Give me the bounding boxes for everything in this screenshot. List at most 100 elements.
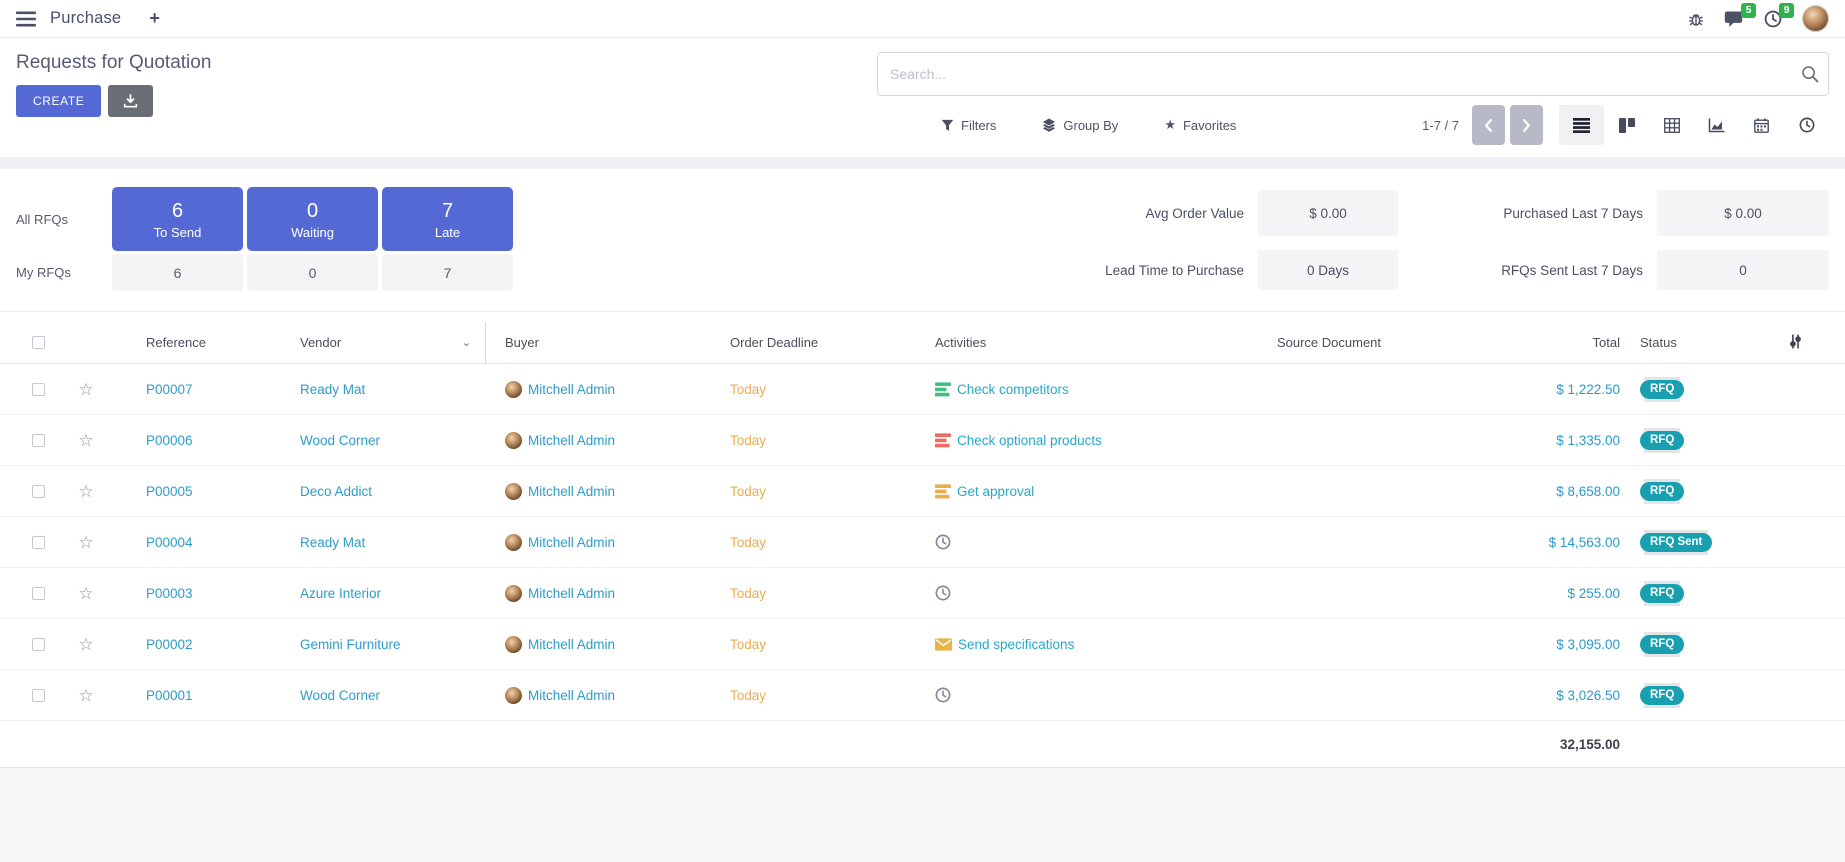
apps-menu-icon[interactable]: [16, 11, 36, 27]
buyer-link[interactable]: Mitchell Admin: [528, 433, 615, 448]
favorite-star-icon[interactable]: ☆: [78, 687, 93, 704]
search-icon[interactable]: [1801, 65, 1819, 88]
row-checkbox[interactable]: [32, 434, 45, 447]
kpi-card-to-send[interactable]: 6To Send: [112, 187, 243, 251]
stat-label: Avg Order Value: [1069, 206, 1244, 221]
reference-link[interactable]: P00007: [146, 382, 193, 397]
new-tab-button[interactable]: +: [149, 8, 160, 29]
view-activity-icon[interactable]: [1784, 105, 1829, 145]
table-row[interactable]: ☆ P00007 Ready Mat Mitchell Admin Today …: [0, 364, 1845, 415]
activity-icon[interactable]: [935, 433, 951, 448]
buyer-link[interactable]: Mitchell Admin: [528, 484, 615, 499]
header-source-document[interactable]: Source Document: [1164, 322, 1494, 363]
optional-columns-icon[interactable]: [1788, 334, 1803, 352]
table-row[interactable]: ☆ P00005 Deco Addict Mitchell Admin Toda…: [0, 466, 1845, 517]
search-input[interactable]: [877, 52, 1829, 96]
create-button[interactable]: CREATE: [16, 85, 101, 117]
activity-icon[interactable]: [935, 534, 951, 550]
pager-next-button[interactable]: [1510, 105, 1543, 145]
reference-link[interactable]: P00003: [146, 586, 193, 601]
header-status[interactable]: Status: [1626, 322, 1746, 363]
messages-icon[interactable]: 5: [1724, 10, 1744, 28]
header-total[interactable]: Total: [1494, 322, 1626, 363]
header-buyer[interactable]: Buyer: [486, 322, 710, 363]
activity-link[interactable]: Check competitors: [957, 382, 1069, 397]
buyer-avatar: [505, 534, 522, 551]
view-kanban-icon[interactable]: [1604, 105, 1649, 145]
header-vendor[interactable]: Vendor ⌄: [282, 322, 486, 363]
kpi-card-waiting[interactable]: 0Waiting: [247, 187, 378, 251]
header-reference[interactable]: Reference: [112, 322, 282, 363]
reference-link[interactable]: P00001: [146, 688, 193, 703]
reference-link[interactable]: P00005: [146, 484, 193, 499]
table-footer-row: 32,155.00: [0, 721, 1845, 767]
row-checkbox[interactable]: [32, 689, 45, 702]
export-button[interactable]: [108, 85, 153, 117]
activity-icon[interactable]: [935, 382, 951, 397]
table-row[interactable]: ☆ P00004 Ready Mat Mitchell Admin Today …: [0, 517, 1845, 568]
view-calendar-icon[interactable]: [1739, 105, 1784, 145]
favorite-star-icon[interactable]: ☆: [78, 381, 93, 398]
table-row[interactable]: ☆ P00001 Wood Corner Mitchell Admin Toda…: [0, 670, 1845, 721]
kpi-my-to-send[interactable]: 6: [112, 254, 243, 291]
vendor-link[interactable]: Ready Mat: [300, 382, 365, 397]
status-badge: RFQ: [1640, 635, 1684, 654]
view-graph-icon[interactable]: [1694, 105, 1739, 145]
debug-bug-icon[interactable]: [1688, 11, 1704, 27]
table-row[interactable]: ☆ P00002 Gemini Furniture Mitchell Admin…: [0, 619, 1845, 670]
table-row[interactable]: ☆ P00006 Wood Corner Mitchell Admin Toda…: [0, 415, 1845, 466]
activity-icon[interactable]: [935, 638, 952, 651]
activities-clock-icon[interactable]: 9: [1764, 10, 1782, 28]
vendor-link[interactable]: Deco Addict: [300, 484, 372, 499]
view-pivot-icon[interactable]: [1649, 105, 1694, 145]
kpi-card-label: Late: [435, 225, 460, 240]
pager-previous-button[interactable]: [1472, 105, 1505, 145]
row-checkbox[interactable]: [32, 485, 45, 498]
activity-link[interactable]: Send specifications: [958, 637, 1074, 652]
row-checkbox[interactable]: [32, 536, 45, 549]
favorite-star-icon[interactable]: ☆: [78, 585, 93, 602]
buyer-link[interactable]: Mitchell Admin: [528, 688, 615, 703]
row-total: $ 255.00: [1567, 586, 1620, 601]
buyer-link[interactable]: Mitchell Admin: [528, 586, 615, 601]
pager-range[interactable]: 1-7 / 7: [1422, 118, 1459, 133]
favorite-star-icon[interactable]: ☆: [78, 534, 93, 551]
header-order-deadline[interactable]: Order Deadline: [710, 322, 916, 363]
view-list-icon[interactable]: [1559, 105, 1604, 145]
favorite-star-icon[interactable]: ☆: [78, 483, 93, 500]
vendor-link[interactable]: Azure Interior: [300, 586, 381, 601]
vendor-link[interactable]: Ready Mat: [300, 535, 365, 550]
activity-icon[interactable]: [935, 687, 951, 703]
reference-link[interactable]: P00006: [146, 433, 193, 448]
vendor-link[interactable]: Gemini Furniture: [300, 637, 401, 652]
buyer-link[interactable]: Mitchell Admin: [528, 382, 615, 397]
row-checkbox[interactable]: [32, 638, 45, 651]
reference-link[interactable]: P00002: [146, 637, 193, 652]
stat-label: Purchased Last 7 Days: [1448, 206, 1643, 221]
activity-link[interactable]: Get approval: [957, 484, 1034, 499]
row-checkbox[interactable]: [32, 383, 45, 396]
user-avatar[interactable]: [1802, 5, 1829, 32]
kpi-my-late[interactable]: 7: [382, 254, 513, 291]
app-name[interactable]: Purchase: [50, 9, 121, 28]
filters-button[interactable]: Filters: [941, 118, 996, 133]
reference-link[interactable]: P00004: [146, 535, 193, 550]
favorite-star-icon[interactable]: ☆: [78, 432, 93, 449]
kpi-my-waiting[interactable]: 0: [247, 254, 378, 291]
kpi-card-late[interactable]: 7Late: [382, 187, 513, 251]
vendor-link[interactable]: Wood Corner: [300, 688, 380, 703]
favorite-star-icon[interactable]: ☆: [78, 636, 93, 653]
buyer-link[interactable]: Mitchell Admin: [528, 637, 615, 652]
buyer-link[interactable]: Mitchell Admin: [528, 535, 615, 550]
vendor-link[interactable]: Wood Corner: [300, 433, 380, 448]
activity-icon[interactable]: [935, 484, 951, 499]
favorites-button[interactable]: ★ Favorites: [1164, 117, 1236, 133]
group-by-button[interactable]: Group By: [1042, 118, 1118, 133]
header-activities[interactable]: Activities: [916, 322, 1164, 363]
select-all-checkbox[interactable]: [32, 336, 45, 349]
activity-icon[interactable]: [935, 585, 951, 601]
table-row[interactable]: ☆ P00003 Azure Interior Mitchell Admin T…: [0, 568, 1845, 619]
stat-purchased-last-7-days: Purchased Last 7 Days$ 0.00: [1448, 190, 1829, 236]
activity-link[interactable]: Check optional products: [957, 433, 1102, 448]
row-checkbox[interactable]: [32, 587, 45, 600]
